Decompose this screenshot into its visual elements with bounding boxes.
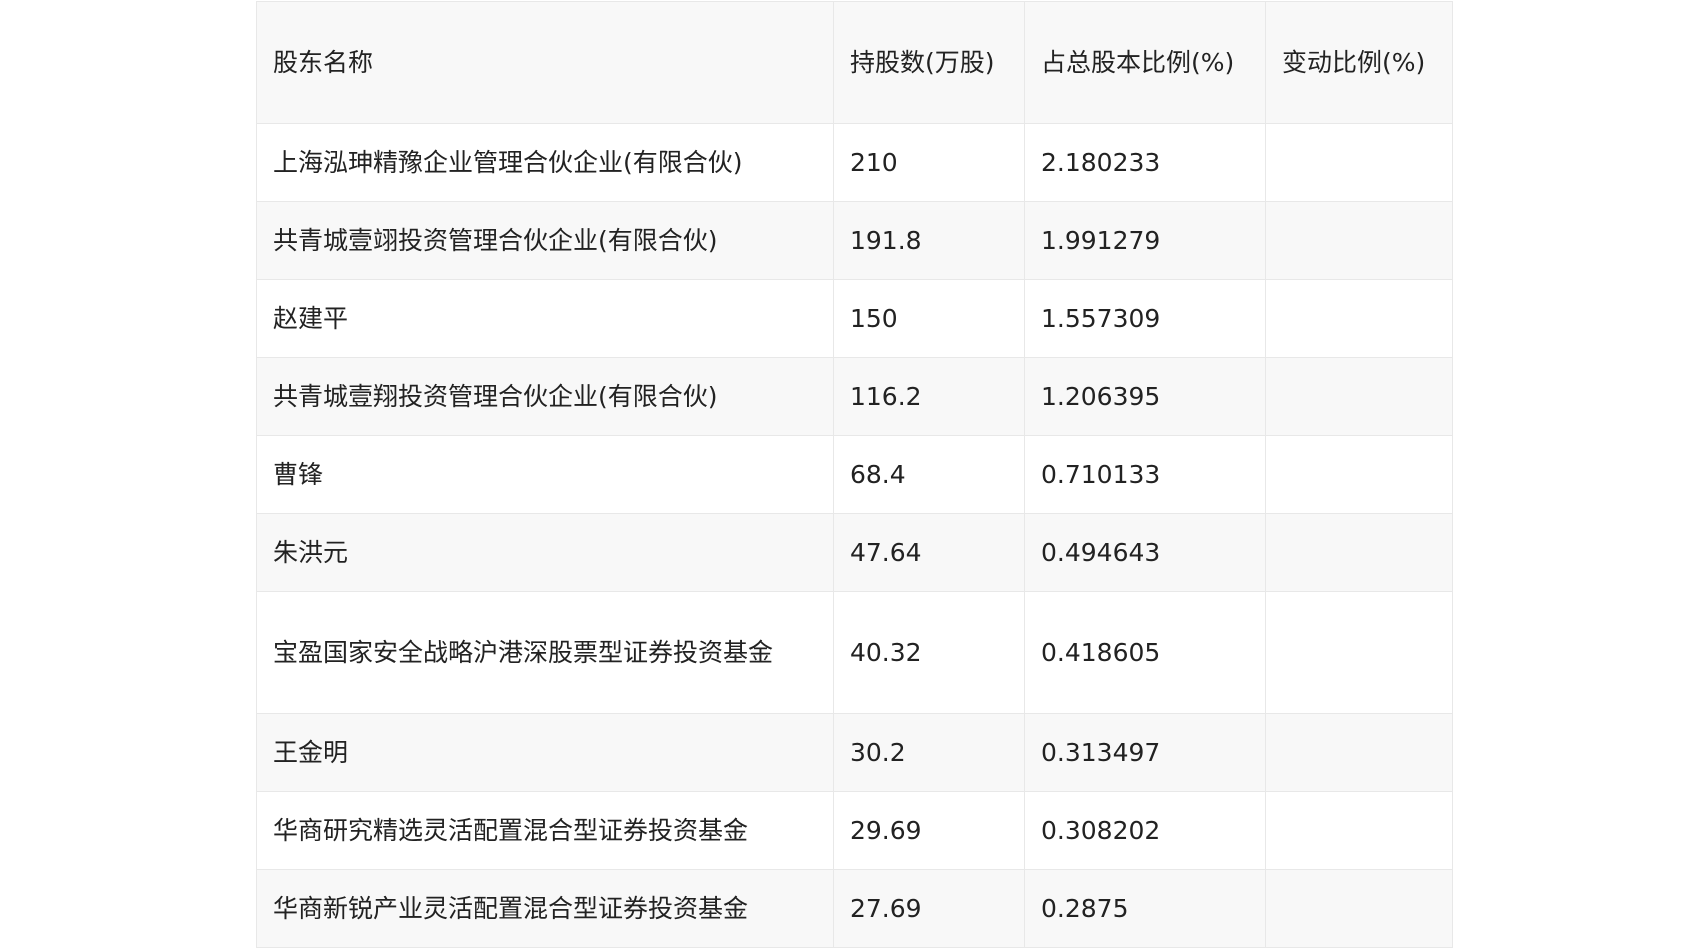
table-row: 上海泓珅精豫企业管理合伙企业(有限合伙) 210 2.180233 xyxy=(256,123,1453,202)
cell-shares: 68.4 xyxy=(833,435,1025,514)
cell-change xyxy=(1265,591,1453,714)
cell-ratio: 0.2875 xyxy=(1024,869,1266,948)
cell-name: 赵建平 xyxy=(256,279,834,358)
cell-name: 共青城壹翔投资管理合伙企业(有限合伙) xyxy=(256,357,834,436)
table-row: 宝盈国家安全战略沪港深股票型证券投资基金 40.32 0.418605 xyxy=(256,591,1453,714)
cell-change xyxy=(1265,791,1453,870)
cell-name: 朱洪元 xyxy=(256,513,834,592)
cell-shares: 116.2 xyxy=(833,357,1025,436)
cell-name: 王金明 xyxy=(256,713,834,792)
cell-ratio: 0.710133 xyxy=(1024,435,1266,514)
cell-ratio: 1.991279 xyxy=(1024,201,1266,280)
cell-name: 华商研究精选灵活配置混合型证券投资基金 xyxy=(256,791,834,870)
table-row: 共青城壹翊投资管理合伙企业(有限合伙) 191.8 1.991279 xyxy=(256,201,1453,280)
table-row: 曹锋 68.4 0.710133 xyxy=(256,435,1453,514)
cell-ratio: 0.494643 xyxy=(1024,513,1266,592)
table-row: 共青城壹翔投资管理合伙企业(有限合伙) 116.2 1.206395 xyxy=(256,357,1453,436)
cell-change xyxy=(1265,869,1453,948)
header-shares: 持股数(万股) xyxy=(833,1,1025,124)
table-row: 华商新锐产业灵活配置混合型证券投资基金 27.69 0.2875 xyxy=(256,869,1453,948)
header-row: 股东名称 持股数(万股) 占总股本比例(%) 变动比例(%) xyxy=(256,1,1453,124)
cell-ratio: 0.313497 xyxy=(1024,713,1266,792)
header-ratio: 占总股本比例(%) xyxy=(1024,1,1266,124)
header-shareholder-name: 股东名称 xyxy=(256,1,834,124)
cell-name: 华商新锐产业灵活配置混合型证券投资基金 xyxy=(256,869,834,948)
table-row: 华商研究精选灵活配置混合型证券投资基金 29.69 0.308202 xyxy=(256,791,1453,870)
cell-shares: 30.2 xyxy=(833,713,1025,792)
cell-shares: 29.69 xyxy=(833,791,1025,870)
cell-name: 上海泓珅精豫企业管理合伙企业(有限合伙) xyxy=(256,123,834,202)
table-row: 王金明 30.2 0.313497 xyxy=(256,713,1453,792)
cell-change xyxy=(1265,123,1453,202)
shareholder-table-container: 股东名称 持股数(万股) 占总股本比例(%) 变动比例(%) 上海泓珅精豫企业管… xyxy=(256,1,1453,948)
shareholder-table: 股东名称 持股数(万股) 占总股本比例(%) 变动比例(%) 上海泓珅精豫企业管… xyxy=(256,1,1453,948)
cell-change xyxy=(1265,357,1453,436)
cell-ratio: 1.206395 xyxy=(1024,357,1266,436)
table-row: 赵建平 150 1.557309 xyxy=(256,279,1453,358)
cell-shares: 191.8 xyxy=(833,201,1025,280)
cell-name: 共青城壹翊投资管理合伙企业(有限合伙) xyxy=(256,201,834,280)
cell-change xyxy=(1265,279,1453,358)
cell-ratio: 0.308202 xyxy=(1024,791,1266,870)
cell-change xyxy=(1265,435,1453,514)
table-row: 朱洪元 47.64 0.494643 xyxy=(256,513,1453,592)
cell-ratio: 0.418605 xyxy=(1024,591,1266,714)
cell-shares: 27.69 xyxy=(833,869,1025,948)
cell-change xyxy=(1265,713,1453,792)
cell-change xyxy=(1265,201,1453,280)
cell-ratio: 2.180233 xyxy=(1024,123,1266,202)
cell-name: 曹锋 xyxy=(256,435,834,514)
table-header: 股东名称 持股数(万股) 占总股本比例(%) 变动比例(%) xyxy=(256,1,1453,124)
header-change: 变动比例(%) xyxy=(1265,1,1453,124)
cell-ratio: 1.557309 xyxy=(1024,279,1266,358)
cell-change xyxy=(1265,513,1453,592)
table-body: 上海泓珅精豫企业管理合伙企业(有限合伙) 210 2.180233 共青城壹翊投… xyxy=(256,123,1453,948)
cell-shares: 40.32 xyxy=(833,591,1025,714)
cell-shares: 47.64 xyxy=(833,513,1025,592)
cell-shares: 210 xyxy=(833,123,1025,202)
cell-name: 宝盈国家安全战略沪港深股票型证券投资基金 xyxy=(256,591,834,714)
cell-shares: 150 xyxy=(833,279,1025,358)
